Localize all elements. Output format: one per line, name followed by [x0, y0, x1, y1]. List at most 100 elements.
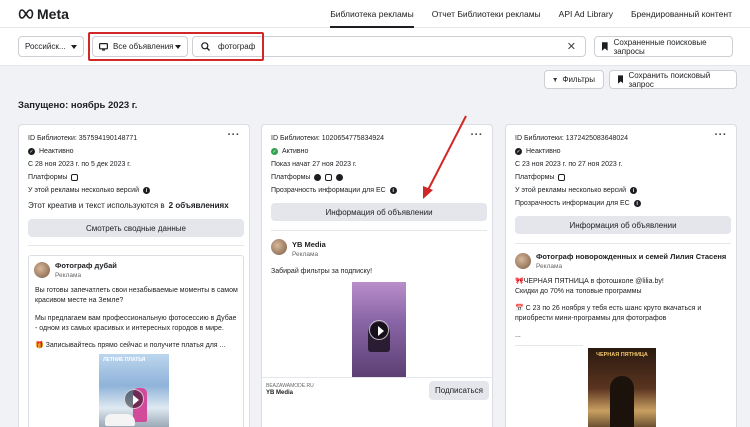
ad-text-4: ... — [515, 332, 521, 339]
nav-link-api[interactable]: API Ad Library — [559, 9, 613, 19]
status-row: ✓ Активно — [271, 148, 308, 155]
versions-row: У этой рекламы несколько версий i — [515, 187, 637, 194]
ad-card: ID Библиотеки: 1020654775834924 ··· ✓ Ак… — [261, 124, 493, 427]
creative-usage: Этот креатив и текст используются в 2 об… — [28, 201, 229, 210]
status-text: Неактивно — [39, 148, 74, 155]
run-dates: С 23 ноя 2023 г. по 27 ноя 2023 г. — [515, 161, 623, 168]
advertiser-name[interactable]: Фотограф дубай — [55, 261, 117, 270]
nav-link-ad-library[interactable]: Библиотека рекламы — [330, 0, 414, 28]
versions-row: У этой рекламы несколько версий i — [28, 187, 150, 194]
info-icon[interactable]: i — [633, 200, 641, 207]
active-icon: ✓ — [271, 148, 278, 155]
nav-links: Библиотека рекламы Отчет Библиотеки рекл… — [330, 0, 732, 28]
inactive-icon: ✓ — [28, 148, 35, 155]
country-value: Российск... — [25, 42, 66, 51]
platforms-row: Платформы — [28, 174, 79, 181]
instagram-icon — [558, 174, 566, 181]
ad-details-button[interactable]: Информация об объявлении — [271, 203, 487, 221]
ad-text-2: Скидки до 70% на топовые программы — [515, 288, 642, 295]
platforms-row: Платформы — [271, 174, 344, 181]
divider — [271, 230, 487, 231]
car-shape — [105, 414, 135, 426]
more-options-icon[interactable]: ··· — [715, 130, 728, 141]
saved-searches-button[interactable]: Сохраненные поисковые запросы — [594, 36, 733, 57]
country-select[interactable]: Российск... — [18, 36, 84, 57]
sponsored-label: Реклама — [292, 251, 319, 258]
search-input[interactable] — [218, 42, 538, 51]
status-text: Активно — [282, 148, 309, 155]
ad-text-3: 📅 С 23 по 26 ноября у тебя есть шанс кру… — [515, 305, 702, 322]
ad-details-button[interactable]: Информация об объявлении — [515, 216, 731, 234]
ad-image[interactable]: ЛЕТНИЕ ПЛАТЬЯ — [99, 354, 169, 427]
ad-text-3-content: Записывайтесь прямо сейчас и получите пл… — [45, 342, 226, 349]
save-query-label: Сохранить поисковый запрос — [628, 70, 711, 89]
creative-count: 2 объявлениях — [168, 201, 229, 210]
image-caption: ЧЕРНАЯ ПЯТНИЦА — [596, 352, 648, 358]
library-id: ID Библиотеки: 1020654775834924 — [271, 135, 385, 142]
advertiser-name[interactable]: Фотограф новорожденных и семей Лилия Ста… — [536, 252, 731, 261]
ad-card: ID Библиотеки: 357594190148771 ··· ✓ Неа… — [18, 124, 250, 427]
ad-image[interactable]: ЧЕРНАЯ ПЯТНИЦА — [588, 348, 656, 427]
ad-video-thumbnail[interactable] — [352, 282, 406, 377]
ad-text-1: Вы готовы запечатлеть свои незабываемые … — [35, 287, 238, 304]
advertiser-name[interactable]: YB Media — [292, 240, 326, 249]
versions-text: У этой рекламы несколько версий — [515, 187, 626, 194]
avatar — [515, 253, 531, 269]
nav-link-ad-library-report[interactable]: Отчет Библиотеки рекламы — [432, 9, 541, 19]
divider — [28, 245, 244, 246]
library-id: ID Библиотеки: 357594190148771 — [28, 135, 138, 142]
status-row: ✓ Неактивно — [28, 148, 74, 155]
divider — [515, 243, 731, 244]
meta-infinity-icon — [18, 9, 34, 19]
nav-link-branded-content[interactable]: Брендированный контент — [631, 9, 732, 19]
woman-silhouette — [610, 376, 634, 427]
ad-text-3: 🎁 Записывайтесь прямо сейчас и получите … — [35, 341, 240, 351]
saved-searches-label: Сохраненные поисковые запросы — [613, 37, 707, 56]
transparency-row: Прозрачность информации для ЕС i — [271, 187, 397, 194]
library-id: ID Библиотеки: 1372425083648024 — [515, 135, 629, 142]
inactive-icon: ✓ — [515, 148, 522, 155]
versions-text: У этой рекламы несколько версий — [28, 187, 139, 194]
filters-label: Фильтры — [562, 75, 595, 84]
ad-text-2: Мы предлагаем вам профессиональную фотос… — [35, 315, 237, 332]
meta-logo[interactable]: Meta — [18, 6, 69, 22]
more-options-icon[interactable]: ··· — [228, 130, 241, 141]
clear-icon[interactable]: ✕ — [567, 40, 576, 53]
sponsored-label: Реклама — [55, 272, 82, 279]
subscribe-button[interactable]: Подписаться — [429, 381, 489, 400]
footer-domain: BEAZAWAMODE.RU — [266, 383, 314, 389]
logo-text: Meta — [37, 6, 69, 22]
platforms-label: Платформы — [515, 174, 555, 181]
view-summary-button[interactable]: Смотреть сводные данные — [28, 219, 244, 237]
footer-advertiser: YB Media — [266, 390, 294, 396]
divider — [262, 377, 492, 378]
search-highlight-box — [88, 32, 264, 61]
status-text: Неактивно — [526, 148, 561, 155]
platforms-row: Платформы — [515, 174, 566, 181]
run-dates: Показ начат 27 ноя 2023 г. — [271, 161, 357, 168]
instagram-icon — [71, 174, 79, 181]
play-icon[interactable] — [124, 389, 144, 409]
transparency-row: Прозрачность информации для ЕС i — [515, 200, 641, 207]
info-icon[interactable]: i — [389, 187, 397, 194]
filters-button[interactable]: Фильтры — [544, 70, 604, 89]
chevron-down-icon — [71, 45, 77, 49]
save-query-button[interactable]: Сохранить поисковый запрос — [609, 70, 737, 89]
bookmark-icon — [602, 42, 608, 51]
transparency-text: Прозрачность информации для ЕС — [271, 187, 386, 194]
ad-card: ID Библиотеки: 1372425083648024 ··· ✓ Не… — [505, 124, 737, 427]
platforms-label: Платформы — [271, 174, 311, 181]
run-dates: С 28 ноя 2023 г. по 5 дек 2023 г. — [28, 161, 131, 168]
image-caption: ЛЕТНИЕ ПЛАТЬЯ — [103, 357, 146, 363]
more-options-icon[interactable]: ··· — [471, 130, 484, 141]
bookmark-icon — [618, 75, 624, 84]
facebook-icon — [314, 174, 322, 181]
avatar — [271, 239, 287, 255]
avatar — [34, 262, 50, 278]
info-icon[interactable]: i — [142, 187, 150, 194]
info-icon[interactable]: i — [629, 187, 637, 194]
play-icon[interactable] — [369, 320, 389, 340]
filter-icon — [553, 77, 558, 82]
platforms-label: Платформы — [28, 174, 68, 181]
ad-text-1: Забирай фильтры за подписку! — [271, 268, 373, 275]
